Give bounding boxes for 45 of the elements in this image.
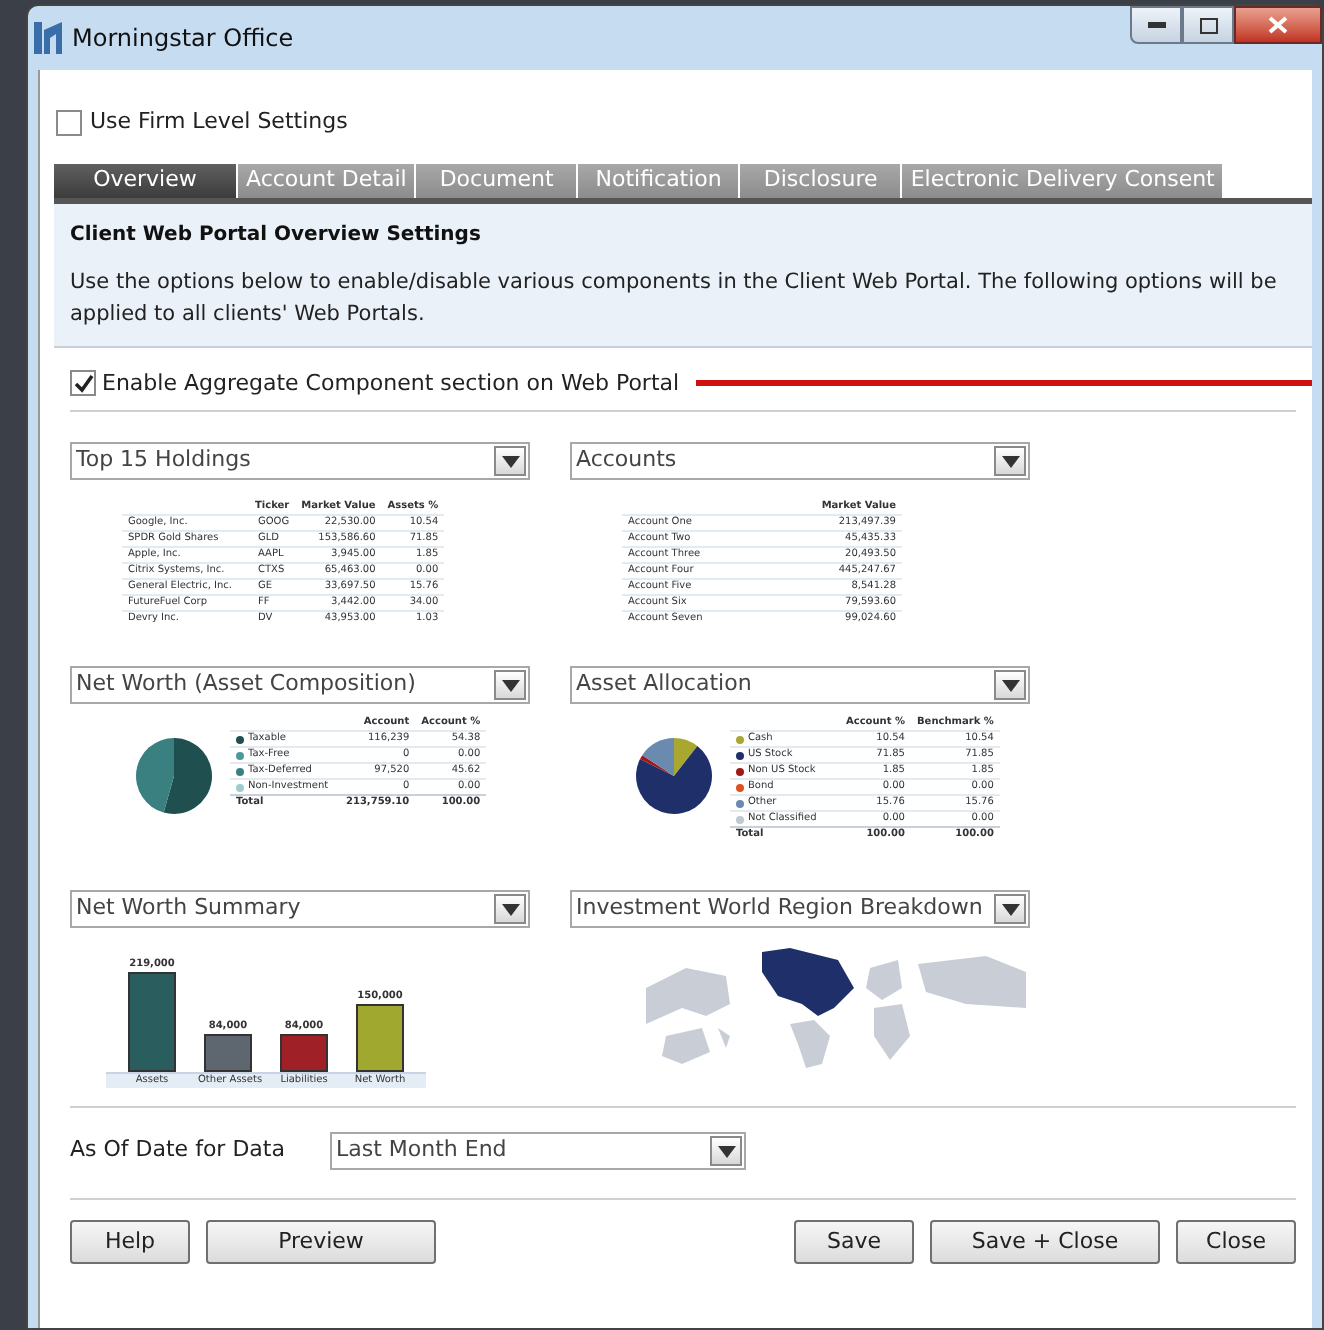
close-icon [1268, 16, 1288, 34]
caret-icon [717, 1145, 735, 1157]
checkbox-label: Enable Aggregate Component section on Web Portal [102, 367, 680, 399]
footer-button[interactable]: Save [794, 1220, 914, 1264]
footer-button[interactable]: Help [70, 1220, 190, 1264]
caret-icon [1001, 455, 1019, 467]
section-title: Client Web Portal Overview Settings [70, 221, 483, 249]
checkbox-label: Use Firm Level Settings [90, 106, 348, 138]
dropdown-button[interactable] [994, 670, 1026, 700]
dropdown-field[interactable]: Investment World Region Breakdown [570, 890, 1030, 928]
dropdown-button[interactable] [494, 894, 526, 924]
maximize-icon [1199, 17, 1217, 33]
minimize-icon [1147, 22, 1165, 28]
pie-chart [634, 736, 714, 816]
dropdown-field[interactable]: Net Worth (Asset Composition) [70, 666, 530, 704]
tab[interactable]: Overview [54, 163, 236, 197]
footer-button[interactable]: Close [1176, 1220, 1296, 1264]
pie-chart [134, 736, 214, 816]
app-logo-icon [34, 22, 62, 54]
checkbox[interactable] [56, 109, 82, 136]
caret-icon [1001, 679, 1019, 691]
checkbox[interactable] [70, 370, 96, 397]
field-label: As Of Date for Data [70, 1134, 287, 1167]
close-button[interactable] [1234, 6, 1322, 44]
caret-icon [1001, 903, 1019, 915]
dropdown-button[interactable] [494, 446, 526, 476]
minimize-button[interactable] [1130, 6, 1182, 44]
dropdown-button[interactable] [994, 446, 1026, 476]
dropdown-field[interactable]: Top 15 Holdings [70, 442, 530, 480]
dropdown-field[interactable]: Asset Allocation [570, 666, 1030, 704]
caret-icon [501, 903, 519, 915]
caret-icon [501, 455, 519, 467]
window-title: Morningstar Office [72, 22, 294, 56]
maximize-button[interactable] [1182, 6, 1234, 44]
dropdown-field[interactable]: Last Month End [330, 1132, 746, 1170]
footer-button[interactable]: Preview [206, 1220, 436, 1264]
dropdown-button[interactable] [710, 1136, 742, 1166]
dropdown-field[interactable]: Accounts [570, 442, 1030, 480]
description: Use the options below to enable/disable various components in the Client Web Portal. The following options will be applied to all clients' Web Portals. [70, 267, 1279, 329]
dropdown-field[interactable]: Net Worth Summary [70, 890, 530, 928]
footer-button[interactable]: Save + Close [930, 1220, 1160, 1264]
dropdown-button[interactable] [994, 894, 1026, 924]
dropdown-button[interactable] [494, 670, 526, 700]
check-icon [73, 373, 93, 394]
caret-icon [501, 679, 519, 691]
